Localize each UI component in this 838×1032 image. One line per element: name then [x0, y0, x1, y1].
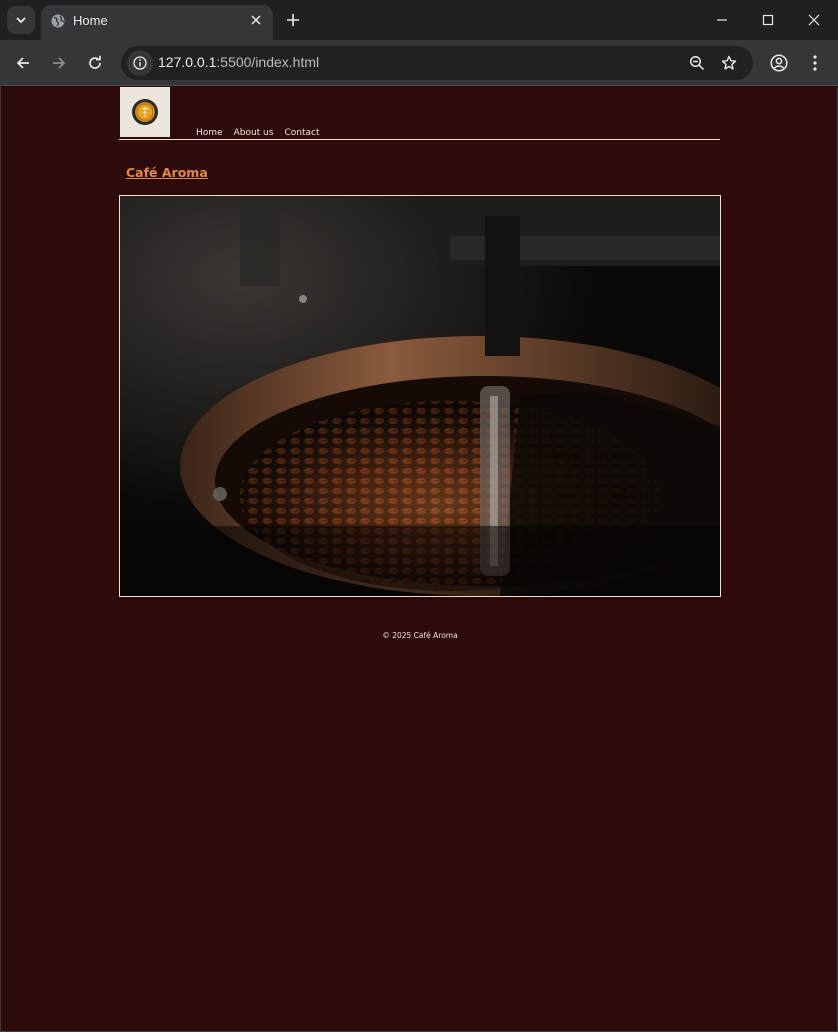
reload-button[interactable]: [81, 49, 109, 77]
zoom-button[interactable]: [687, 53, 707, 73]
coffee-beans-image: [120, 196, 720, 596]
window-close-button[interactable]: [794, 4, 834, 36]
close-icon: [808, 14, 820, 26]
url-path: :5500/index.html: [216, 54, 320, 70]
url-host: 127.0.0.1: [158, 54, 217, 70]
profile-button[interactable]: [768, 52, 790, 74]
tab-list-button[interactable]: [7, 6, 35, 34]
arrow-right-icon: [53, 57, 66, 69]
nav-link-about-us[interactable]: About us: [234, 128, 274, 139]
profile-icon: [770, 54, 788, 72]
address-bar[interactable]: 127.0.0.1:5500/index.html: [121, 46, 753, 80]
forward-button[interactable]: [45, 49, 73, 77]
browser-toolbar: 127.0.0.1:5500/index.html: [0, 40, 838, 86]
browser-menu-button[interactable]: [804, 52, 826, 74]
latte-cup-icon: [132, 99, 158, 125]
main-nav: Home About us Contact: [196, 128, 330, 139]
minimize-icon: [717, 19, 727, 21]
window-maximize-button[interactable]: [748, 4, 788, 36]
bookmark-button[interactable]: [719, 53, 739, 73]
arrow-left-icon: [16, 57, 29, 69]
kebab-menu-icon: [813, 55, 817, 71]
window-minimize-button[interactable]: [702, 4, 742, 36]
cafe-logo[interactable]: [120, 87, 170, 137]
hero-image-coffee-roaster: [119, 195, 721, 597]
chevron-down-icon: [16, 17, 26, 24]
brand-title-link[interactable]: Café Aroma: [126, 165, 208, 180]
globe-icon: [50, 13, 66, 34]
zoom-out-icon: [689, 55, 705, 71]
browser-tabstrip: Home: [0, 0, 838, 40]
page-viewport: Home About us Contact Café Aroma © 2025 …: [0, 87, 838, 1032]
maximize-icon: [762, 14, 774, 26]
close-icon: [251, 15, 261, 25]
plus-icon: [287, 14, 299, 26]
back-button[interactable]: [9, 49, 37, 77]
site-info-button[interactable]: [127, 50, 153, 76]
nav-link-contact[interactable]: Contact: [284, 128, 319, 139]
site-footer: © 2025 Café Aroma: [382, 631, 458, 640]
new-tab-button[interactable]: [281, 8, 305, 32]
tab-close-button[interactable]: [247, 11, 265, 29]
tab-title: Home: [73, 13, 108, 28]
nav-link-home[interactable]: Home: [196, 128, 223, 139]
url-text[interactable]: 127.0.0.1:5500/index.html: [158, 54, 319, 71]
info-icon: [133, 56, 147, 70]
star-icon: [721, 55, 737, 70]
reload-icon: [89, 55, 101, 69]
browser-tab-home[interactable]: Home: [41, 5, 273, 40]
site-header: Home About us Contact: [119, 87, 720, 140]
